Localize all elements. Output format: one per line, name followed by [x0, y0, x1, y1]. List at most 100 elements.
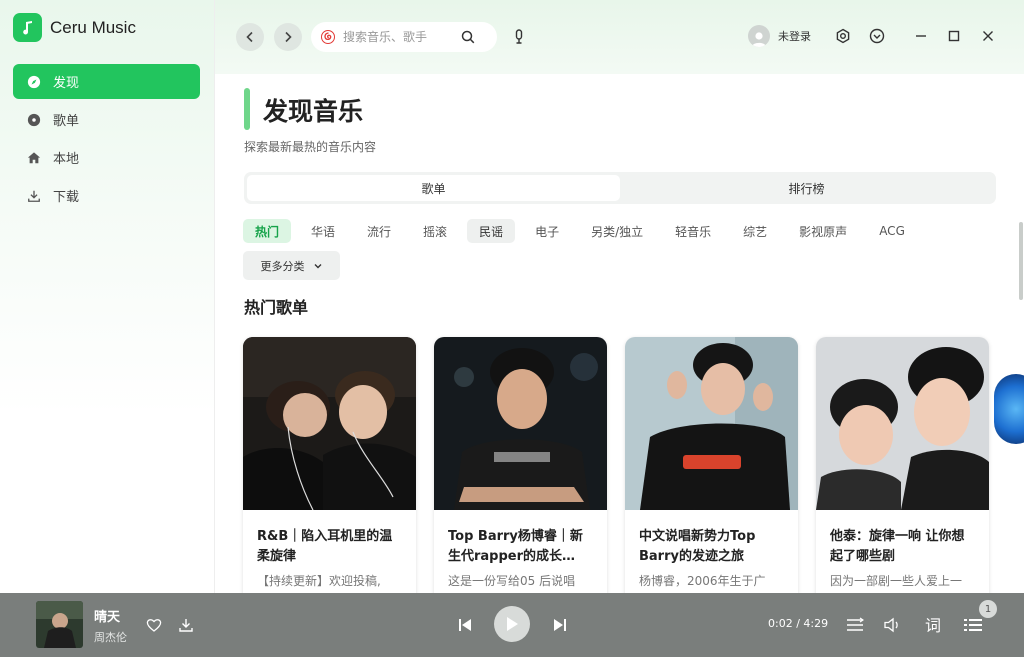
tag-light-music[interactable]: 轻音乐: [663, 219, 723, 243]
like-button[interactable]: [145, 616, 163, 634]
chevron-down-circle-icon: [869, 28, 885, 44]
netease-source-icon[interactable]: [321, 30, 335, 44]
sidebar-item-label: 下载: [53, 190, 80, 205]
more-menu-button[interactable]: [866, 25, 888, 47]
settings-button[interactable]: [832, 25, 854, 47]
search-icon[interactable]: [461, 30, 475, 44]
tag-rock[interactable]: 摇滚: [411, 219, 459, 243]
tag-indie[interactable]: 另类/独立: [579, 219, 655, 243]
playback-time: 0:02 / 4:29: [768, 617, 829, 630]
next-button[interactable]: [550, 615, 570, 635]
title-accent-bar: [244, 88, 250, 130]
download-icon: [179, 619, 193, 632]
sidebar-item-local[interactable]: 本地: [13, 140, 200, 175]
chevron-left-icon: [246, 31, 253, 43]
download-icon: [28, 190, 40, 202]
playlist-card[interactable]: Top Barry杨博睿｜新生代rapper的成长… 这是一份写给05 后说唱: [434, 337, 607, 593]
segment-control: 歌单 排行榜: [244, 172, 996, 204]
playlist-cover: [625, 337, 798, 510]
sidebar-item-discover[interactable]: 发现: [13, 64, 200, 99]
back-button[interactable]: [236, 23, 264, 51]
more-categories-button[interactable]: 更多分类: [243, 251, 340, 280]
top-bar: 未登录: [215, 0, 1024, 74]
chevron-down-icon: [314, 263, 321, 268]
chevron-right-icon: [285, 31, 292, 43]
microphone-icon: [515, 29, 523, 44]
playlist-card[interactable]: 他泰：旋律一响 让你想起了哪些剧 因为一部剧一些人爱上一: [816, 337, 989, 593]
brand: Ceru Music: [13, 13, 136, 42]
song-artist[interactable]: 周杰伦: [94, 629, 127, 645]
mic-button[interactable]: [508, 26, 530, 48]
play-button[interactable]: [494, 606, 530, 642]
gear-icon: [836, 28, 850, 44]
tag-electronic[interactable]: 电子: [523, 219, 571, 243]
user-icon: [752, 32, 766, 47]
skip-previous-icon: [459, 619, 471, 631]
queue-list-icon: [964, 619, 982, 631]
playlist-desc: 杨博睿，2006年生于广: [639, 574, 766, 588]
download-button[interactable]: [177, 616, 195, 634]
search-box: [311, 22, 497, 52]
close-icon: [983, 31, 993, 41]
section-title: 热门歌单: [244, 298, 309, 317]
list-order-icon: [847, 617, 864, 631]
tag-variety[interactable]: 综艺: [731, 219, 779, 243]
tag-acg[interactable]: ACG: [867, 219, 917, 243]
search-input[interactable]: [343, 30, 453, 44]
volume-icon: [884, 617, 898, 633]
tag-hot[interactable]: 热门: [243, 219, 292, 243]
previous-button[interactable]: [455, 615, 475, 635]
playlist-cover: [816, 337, 989, 510]
playlist-cover: [434, 337, 607, 510]
main-content: 发现音乐 探索最新最热的音乐内容 歌单 排行榜 热门 华语 流行 摇滚 民谣 电…: [215, 74, 1024, 593]
sidebar-nav: 发现 歌单 本地 下载: [13, 64, 200, 216]
playlist-title: Top Barry杨博睿｜新生代rapper的成长…: [448, 529, 583, 564]
playlist-desc: 因为一部剧一些人爱上一: [830, 574, 963, 588]
page-subtitle: 探索最新最热的音乐内容: [244, 140, 377, 154]
now-playing-cover[interactable]: [36, 601, 83, 648]
playlist-title: R&B｜陷入耳机里的温柔旋律: [257, 529, 393, 564]
playlist-card[interactable]: 中文说唱新势力Top Barry的发迹之旅 杨博睿，2006年生于广: [625, 337, 798, 593]
floating-widget[interactable]: [994, 374, 1024, 444]
sidebar: Ceru Music 发现 歌单 本地 下载: [0, 0, 215, 593]
playlist-desc: 【持续更新】欢迎投稿,: [257, 574, 381, 588]
playlist-title: 他泰：旋律一响 让你想起了哪些剧: [830, 529, 965, 564]
playlist-queue-button[interactable]: [962, 615, 984, 635]
page-title: 发现音乐: [263, 97, 364, 126]
music-note-icon: [13, 13, 42, 42]
scrollbar[interactable]: [1019, 222, 1023, 300]
sidebar-item-label: 歌单: [53, 114, 80, 129]
tag-soundtrack[interactable]: 影视原声: [787, 219, 859, 243]
forward-button[interactable]: [274, 23, 302, 51]
playlist-desc: 这是一份写给05 后说唱: [448, 574, 576, 588]
skip-next-icon: [554, 619, 566, 631]
close-button[interactable]: [977, 25, 999, 47]
playlist-grid: R&B｜陷入耳机里的温柔旋律 【持续更新】欢迎投稿, Top Barry杨博睿｜…: [243, 337, 989, 593]
song-title: 晴天: [94, 610, 121, 625]
tag-pop[interactable]: 流行: [355, 219, 403, 243]
disc-icon: [27, 113, 41, 126]
playlist-cover: [243, 337, 416, 510]
playlist-card[interactable]: R&B｜陷入耳机里的温柔旋律 【持续更新】欢迎投稿,: [243, 337, 416, 593]
sidebar-item-label: 本地: [53, 152, 80, 167]
tab-charts[interactable]: 排行榜: [620, 175, 993, 201]
volume-button[interactable]: [883, 615, 903, 635]
app-name: Ceru Music: [50, 17, 136, 37]
play-icon: [507, 617, 518, 631]
maximize-button[interactable]: [943, 25, 965, 47]
playlist-title: 中文说唱新势力Top Barry的发迹之旅: [639, 529, 756, 564]
maximize-icon: [948, 30, 960, 42]
lyrics-button[interactable]: 词: [922, 613, 944, 635]
minimize-icon: [916, 35, 926, 37]
minimize-button[interactable]: [910, 25, 932, 47]
tag-chinese[interactable]: 华语: [299, 219, 347, 243]
tag-folk[interactable]: 民谣: [467, 219, 516, 243]
user-login[interactable]: 未登录: [748, 25, 811, 47]
sidebar-item-playlists[interactable]: 歌单: [13, 102, 200, 137]
avatar: [748, 25, 770, 47]
queue-count-badge: 1: [979, 600, 997, 618]
tab-playlists[interactable]: 歌单: [247, 175, 620, 201]
heart-icon: [146, 619, 162, 632]
sidebar-item-downloads[interactable]: 下载: [13, 178, 200, 213]
play-mode-button[interactable]: [845, 615, 865, 635]
